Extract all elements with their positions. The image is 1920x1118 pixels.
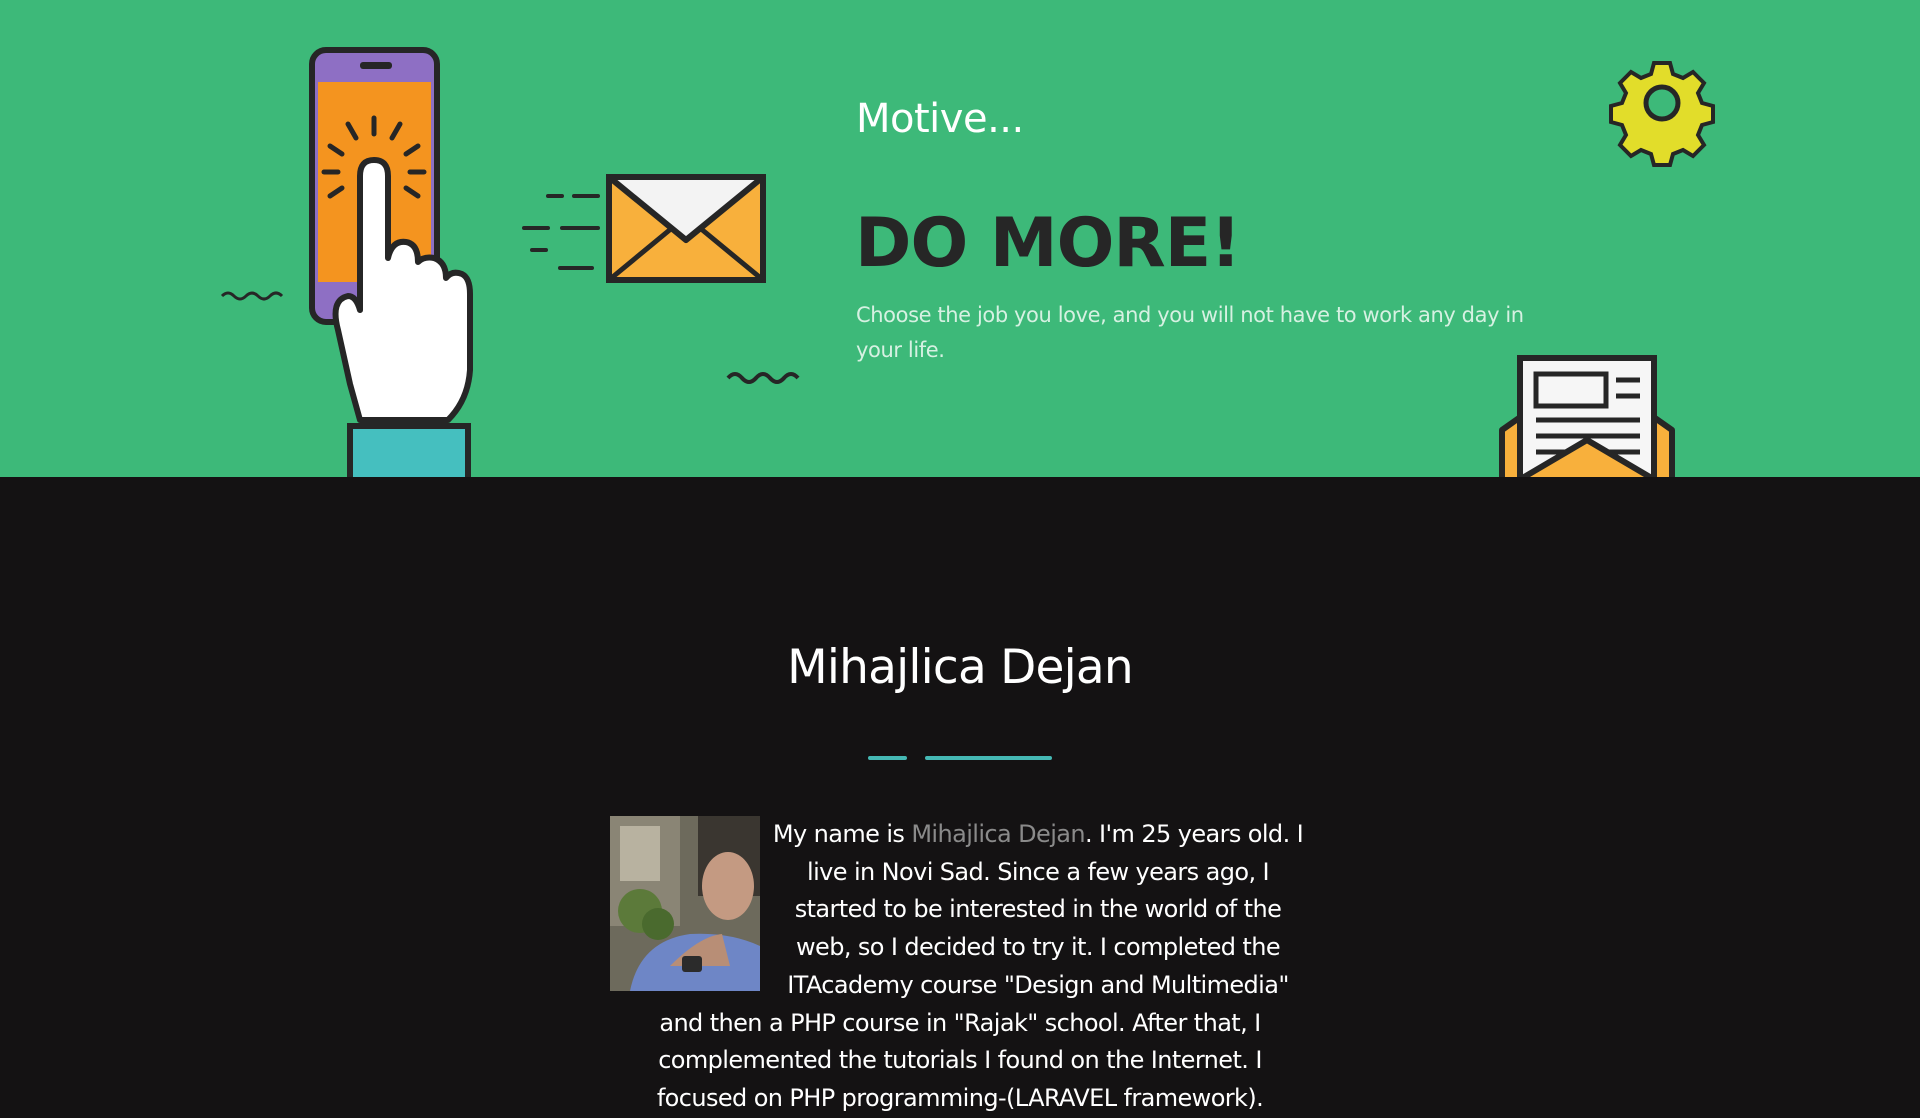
gear-icon	[1609, 61, 1715, 167]
hero-headline: DO MORE!	[855, 204, 1241, 283]
phone-tap-icon	[309, 47, 473, 477]
newsletter-icon	[1499, 355, 1675, 477]
author-name-heading: Mihajlica Dejan	[787, 640, 1134, 695]
profile-photo	[610, 816, 760, 991]
squiggle-icon	[726, 372, 800, 384]
bio-text-intro: My name is	[772, 820, 912, 848]
squiggle-icon	[220, 291, 284, 301]
bio-name-highlight: Mihajlica Dejan	[911, 820, 1085, 848]
bio-paragraph: My name is Mihajlica Dejan. I'm 25 years…	[610, 816, 1310, 1118]
heading-divider	[868, 756, 907, 760]
hero-tagline: Choose the job you love, and you will no…	[856, 303, 1524, 362]
hero-section: Motive... DO MORE! Choose the job you lo…	[0, 0, 1920, 477]
heading-divider	[925, 756, 1052, 760]
motive-heading: Motive...	[856, 96, 1024, 142]
envelope-icon	[522, 174, 766, 283]
